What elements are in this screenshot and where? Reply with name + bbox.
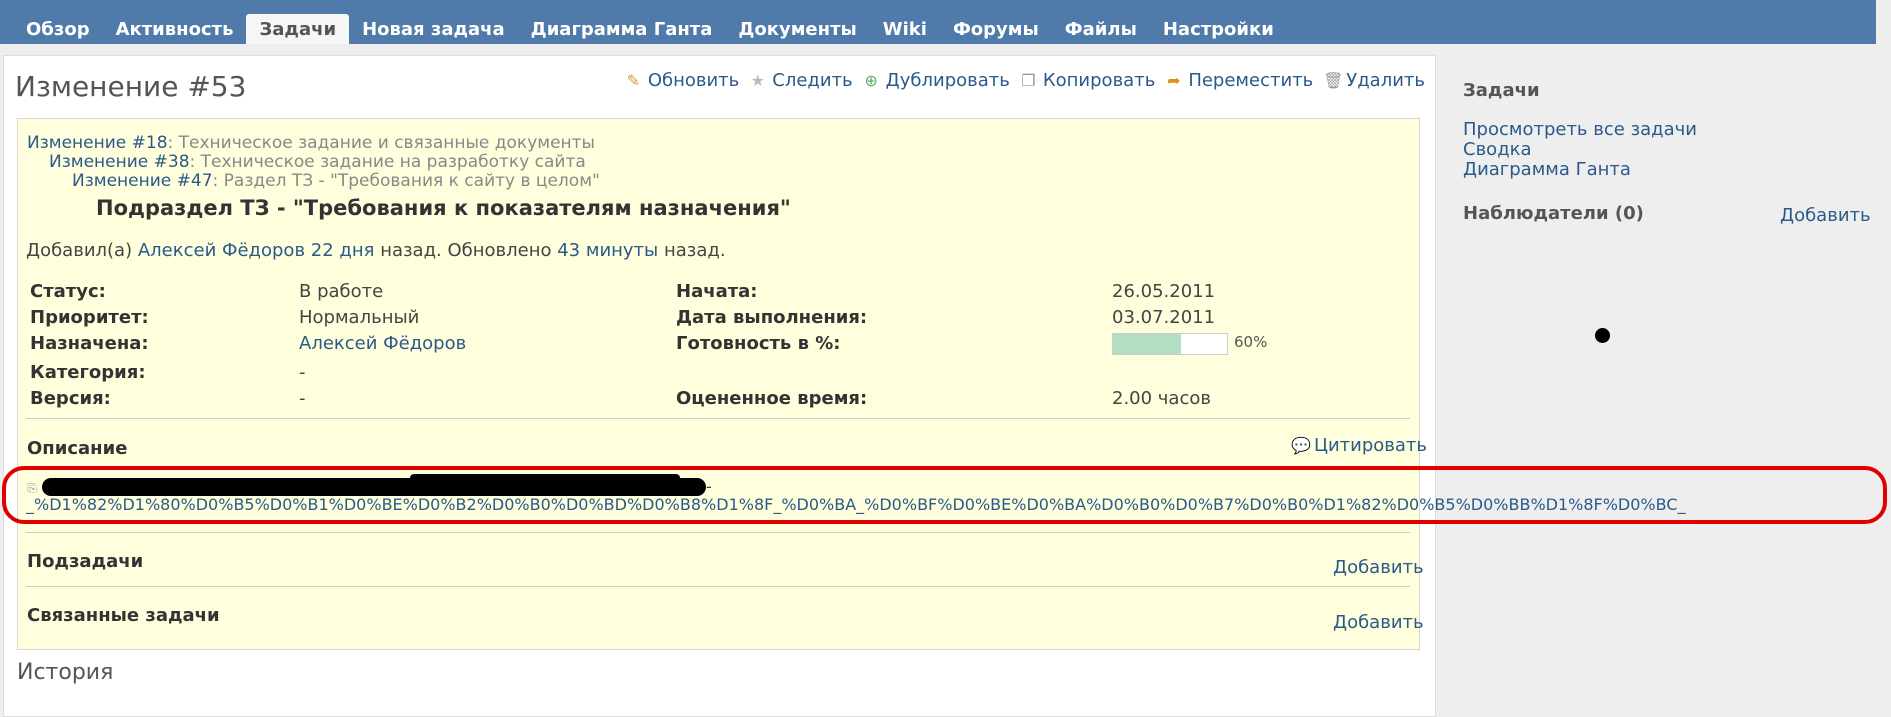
subtasks-title: Подзадачи bbox=[27, 551, 144, 572]
tab-gantt[interactable]: Диаграмма Ганта bbox=[518, 14, 726, 44]
relations-title: Связанные задачи bbox=[27, 605, 220, 626]
parent-issue-subject: : Техническое задание и связанные докуме… bbox=[167, 133, 595, 153]
page-margin bbox=[1876, 0, 1891, 703]
copy-label: Копировать bbox=[1042, 70, 1156, 91]
estimated-time-label: Оцененное время: bbox=[676, 388, 868, 409]
wiki-link-prefix: ⎘ bbox=[26, 477, 38, 497]
parent-issue-47: Изменение #47: Раздел ТЗ - "Требования к… bbox=[72, 171, 600, 191]
category-label: Категория: bbox=[30, 362, 146, 383]
tab-activity[interactable]: Активность bbox=[103, 14, 247, 44]
duplicate-button[interactable]: ⊕ Дублировать bbox=[863, 70, 1010, 91]
author-mid: назад. Обновлено bbox=[374, 240, 558, 261]
estimated-time-value: 2.00 часов bbox=[1112, 388, 1211, 409]
author-link[interactable]: Алексей Фёдоров bbox=[138, 240, 305, 261]
watchers-title: Наблюдатели (0) bbox=[1463, 203, 1644, 224]
tab-documents[interactable]: Документы bbox=[725, 14, 869, 44]
start-date-value: 26.05.2011 bbox=[1112, 281, 1216, 302]
copy-icon: ❐ bbox=[1021, 71, 1036, 90]
history-title: История bbox=[17, 660, 114, 685]
quote-label: Цитировать bbox=[1314, 435, 1428, 456]
author-suffix: назад. bbox=[658, 240, 726, 261]
watch-button[interactable]: ★ Следить bbox=[749, 70, 853, 91]
issue-actions: ✎ Обновить ★ Следить ⊕ Дублировать ❐ Коп… bbox=[625, 70, 1425, 91]
status-value: В работе bbox=[299, 281, 384, 302]
speech-bubble-icon: 💬 bbox=[1291, 436, 1311, 455]
move-button[interactable]: ➦ Переместить bbox=[1165, 70, 1313, 91]
delete-button[interactable]: 🗑 Удалить bbox=[1323, 70, 1425, 91]
done-ratio-percent: 60% bbox=[1234, 333, 1268, 351]
delete-label: Удалить bbox=[1346, 70, 1425, 91]
sidebar-link-summary[interactable]: Сводка bbox=[1463, 139, 1532, 160]
add-subtask-link[interactable]: Добавить bbox=[1333, 557, 1424, 578]
move-label: Переместить bbox=[1188, 70, 1314, 91]
add-relation-link[interactable]: Добавить bbox=[1333, 612, 1424, 633]
wiki-link[interactable]: _%D1%82%D1%80%D0%B5%D0%B1%D0%BE%D0%B2%D0… bbox=[26, 495, 1686, 514]
sidebar-link-gantt[interactable]: Диаграмма Ганта bbox=[1463, 159, 1631, 180]
parent-issue-38: Изменение #38: Техническое задание на ра… bbox=[49, 152, 586, 172]
main-menu: Обзор Активность Задачи Новая задача Диа… bbox=[0, 0, 1876, 44]
trash-icon: 🗑 bbox=[1323, 71, 1344, 90]
tab-files[interactable]: Файлы bbox=[1052, 14, 1150, 44]
divider bbox=[26, 418, 1410, 419]
duplicate-icon: ⊕ bbox=[864, 71, 878, 90]
copy-button[interactable]: ❐ Копировать bbox=[1020, 70, 1155, 91]
issue-title: Изменение #53 bbox=[15, 70, 247, 103]
parent-issue-subject: : Раздел ТЗ - "Требования к сайту в цело… bbox=[212, 171, 600, 191]
duplicate-label: Дублировать bbox=[885, 70, 1010, 91]
divider bbox=[26, 586, 1410, 587]
priority-label: Приоритет: bbox=[30, 307, 149, 328]
tab-wiki[interactable]: Wiki bbox=[870, 14, 940, 44]
parent-issue-18: Изменение #18: Техническое задание и свя… bbox=[27, 133, 595, 153]
update-button[interactable]: ✎ Обновить bbox=[625, 70, 740, 91]
tab-issues[interactable]: Задачи bbox=[246, 14, 350, 44]
category-value: - bbox=[299, 362, 306, 383]
issue-author-line: Добавил(а) Алексей Фёдоров 22 дня назад.… bbox=[26, 240, 726, 261]
tab-forums[interactable]: Форумы bbox=[940, 14, 1052, 44]
tab-settings[interactable]: Настройки bbox=[1150, 14, 1287, 44]
move-arrow-icon: ➦ bbox=[1167, 71, 1181, 90]
done-ratio-progress-bar bbox=[1112, 333, 1228, 355]
due-date-value: 03.07.2011 bbox=[1112, 307, 1216, 328]
add-watcher-link[interactable]: Добавить bbox=[1780, 205, 1871, 226]
sidebar-issues-title: Задачи bbox=[1463, 80, 1540, 101]
quote-button[interactable]: 💬 Цитировать bbox=[1291, 435, 1427, 456]
parent-issue-subject: : Техническое задание на разработку сайт… bbox=[189, 152, 586, 172]
version-value: - bbox=[299, 388, 306, 409]
due-date-label: Дата выполнения: bbox=[676, 307, 868, 328]
progress-fill bbox=[1113, 334, 1182, 354]
description-title: Описание bbox=[27, 438, 128, 459]
wiki-link-dash: - bbox=[706, 477, 712, 496]
version-label: Версия: bbox=[30, 388, 111, 409]
parent-issue-link[interactable]: Изменение #18 bbox=[27, 133, 168, 153]
watch-label: Следить bbox=[772, 70, 853, 91]
divider bbox=[26, 532, 1410, 533]
tab-new-issue[interactable]: Новая задача bbox=[349, 14, 518, 44]
status-label: Статус: bbox=[30, 281, 106, 302]
star-icon: ★ bbox=[750, 71, 765, 90]
issue-subject: Подраздел ТЗ - "Требования к показателям… bbox=[96, 196, 791, 220]
project-tabs: Обзор Активность Задачи Новая задача Диа… bbox=[13, 14, 1287, 44]
cursor-dot bbox=[1595, 328, 1610, 343]
priority-value: Нормальный bbox=[299, 307, 420, 328]
parent-issue-link[interactable]: Изменение #47 bbox=[72, 171, 213, 191]
author-prefix: Добавил(а) bbox=[26, 240, 138, 261]
pencil-icon: ✎ bbox=[626, 71, 641, 90]
parent-issue-link[interactable]: Изменение #38 bbox=[49, 152, 190, 172]
start-date-label: Начата: bbox=[676, 281, 758, 302]
update-label: Обновить bbox=[647, 70, 740, 91]
assignee-link[interactable]: Алексей Фёдоров bbox=[299, 333, 466, 354]
updated-ago-link[interactable]: 43 минуты bbox=[557, 240, 658, 261]
done-ratio-label: Готовность в %: bbox=[676, 333, 841, 354]
assignee-label: Назначена: bbox=[30, 333, 149, 354]
added-ago-link[interactable]: 22 дня bbox=[311, 240, 375, 261]
tab-overview[interactable]: Обзор bbox=[13, 14, 103, 44]
sidebar-link-all-issues[interactable]: Просмотреть все задачи bbox=[1463, 119, 1697, 140]
redaction-mark bbox=[410, 474, 680, 482]
